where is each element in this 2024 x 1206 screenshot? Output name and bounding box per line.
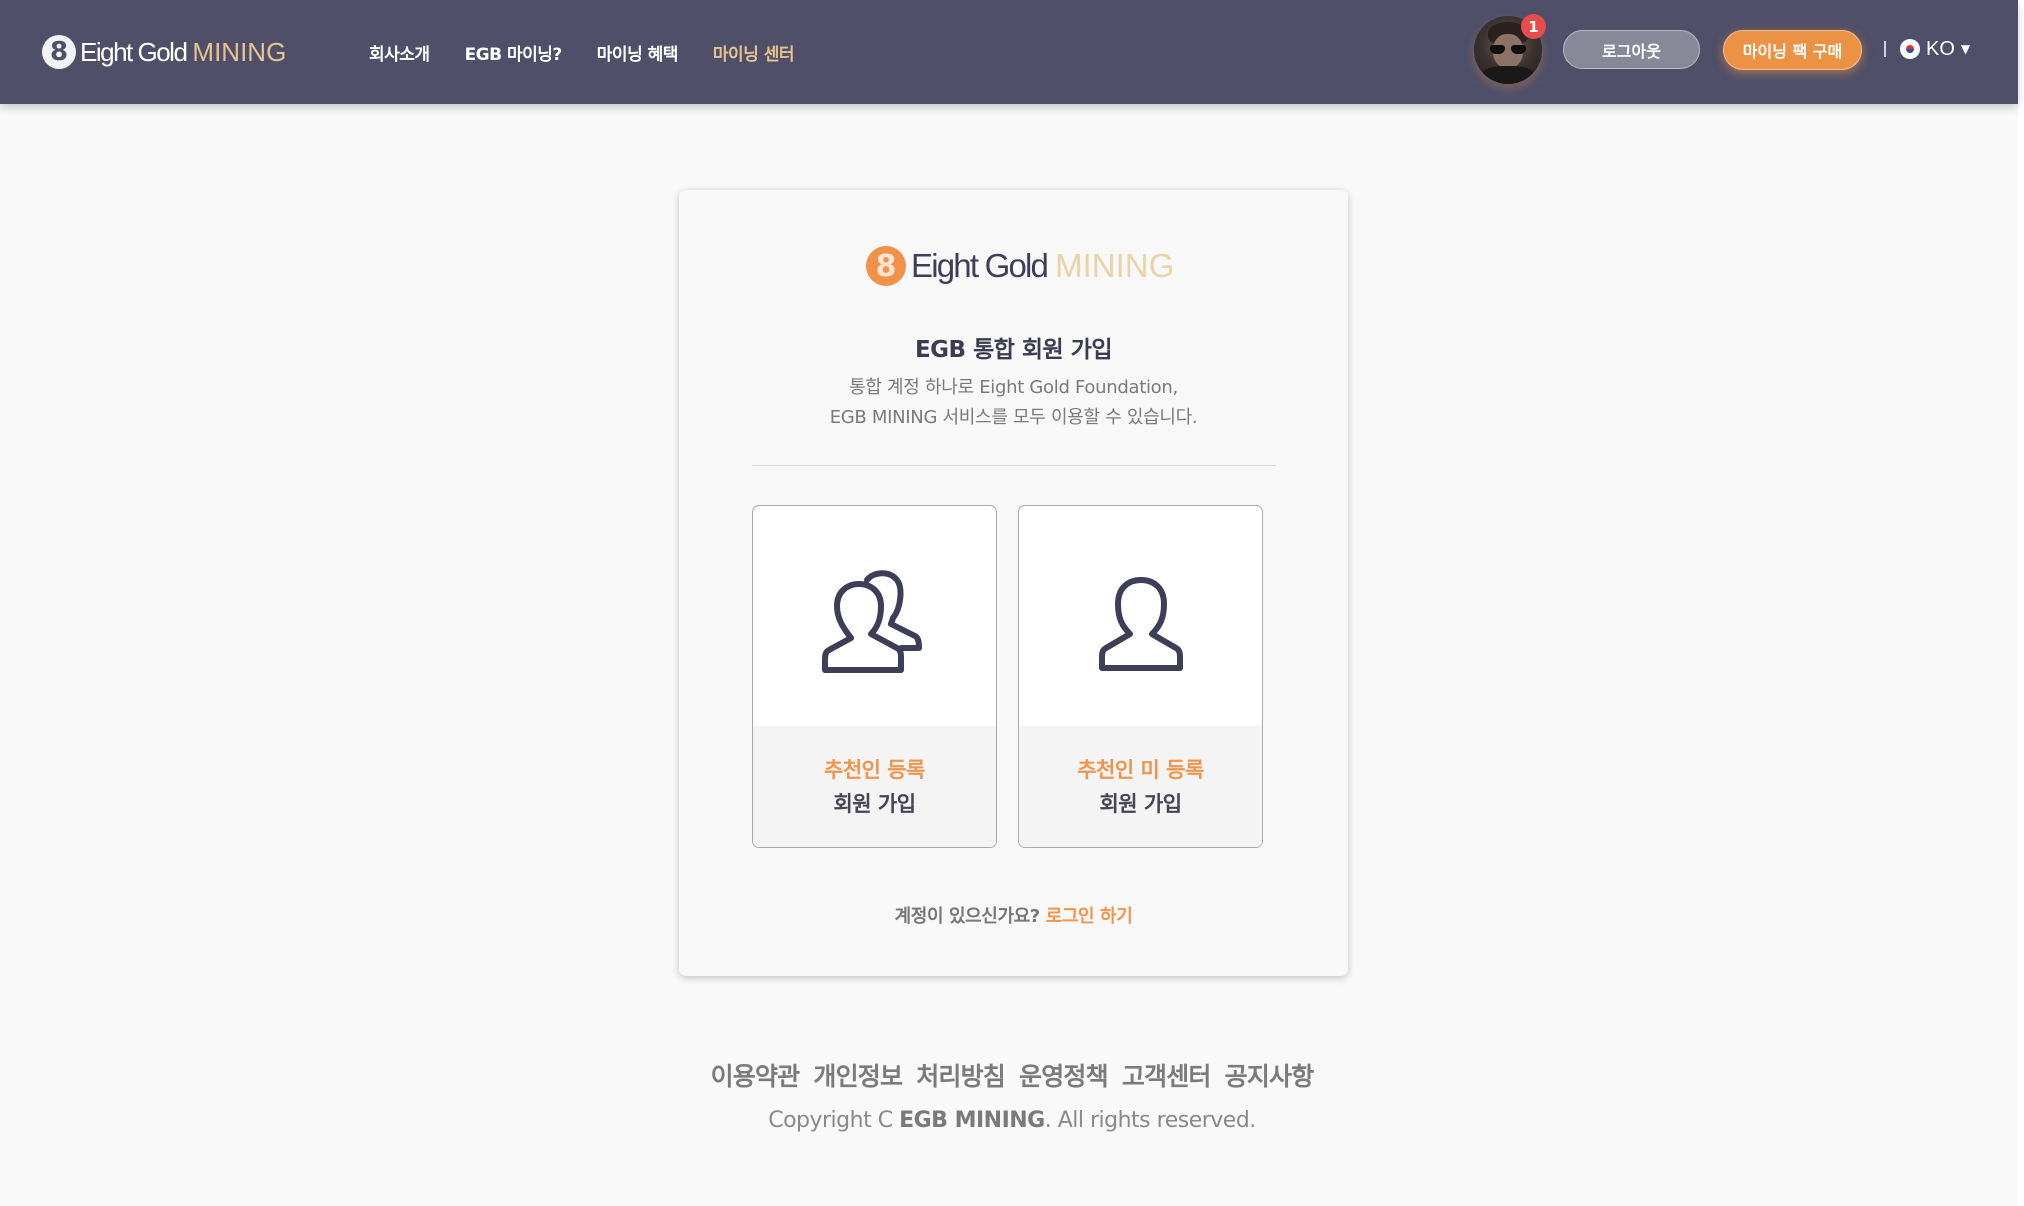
option-subtitle: 회원 가입 — [1099, 792, 1182, 816]
eight-logo-icon: 8 — [866, 246, 906, 286]
page-title: EGB 통합 회원 가입 — [914, 337, 1113, 363]
footer-link-terms[interactable]: 이용약관 — [711, 1057, 801, 1093]
korea-flag-icon — [1900, 39, 1920, 59]
copyright: Copyright C EGB MINING. All rights reser… — [768, 1108, 1256, 1133]
subtitle-line-1: 통합 계정 하나로 Eight Gold Foundation, — [849, 377, 1178, 398]
signup-card: 8 Eight Gold MINING EGB 통합 회원 가입 통합 계정 하나… — [679, 190, 1348, 976]
footer-link-support[interactable]: 고객센터 — [1122, 1057, 1212, 1093]
users-icon — [821, 570, 922, 673]
footer-link-operation-policy[interactable]: 운영정책 — [1019, 1057, 1109, 1093]
footer-links: 이용약관 개인정보 처리방침 운영정책 고객센터 공지사항 — [0, 1057, 2024, 1093]
header-divider — [1884, 41, 1886, 57]
top-navbar: 8 Eight Gold MINING 회사소개 EGB 마이닝? 마이닝 혜택 … — [0, 0, 2018, 104]
card-logo-brand-accent: MINING — [1055, 247, 1175, 284]
option-title: 추천인 미 등록 — [1077, 758, 1204, 782]
site-logo[interactable]: 8 Eight Gold MINING — [42, 33, 286, 71]
option-subtitle: 회원 가입 — [833, 792, 916, 816]
footer-link-privacy-policy[interactable]: 처리방침 — [916, 1057, 1006, 1093]
user-avatar-button[interactable]: 1 — [1474, 14, 1546, 84]
page-edge — [2018, 0, 2024, 1206]
logo-brand: Eight Gold — [80, 36, 188, 67]
footer-link-privacy[interactable]: 개인정보 — [813, 1057, 903, 1093]
language-selector[interactable]: KO ▼ — [1900, 34, 1970, 64]
card-logo-brand: Eight Gold — [911, 247, 1049, 284]
subtitle-line-2: EGB MINING 서비스를 모두 이용할 수 있습니다. — [829, 407, 1198, 428]
copyright-brand: EGB MINING — [899, 1108, 1045, 1133]
logo-brand-accent: MINING — [192, 36, 287, 67]
signup-without-referrer-option[interactable]: 추천인 미 등록 회원 가입 — [1018, 505, 1263, 848]
logout-button[interactable]: 로그아웃 — [1563, 30, 1700, 69]
option-title: 추천인 등록 — [824, 758, 925, 782]
buy-mining-pack-button[interactable]: 마이닝 팩 구매 — [1723, 30, 1862, 70]
language-label: KO — [1926, 37, 1955, 60]
login-prompt-text: 계정이 있으신가요? — [894, 906, 1041, 927]
nav-item-company[interactable]: 회사소개 — [369, 40, 430, 65]
notification-badge: 1 — [1521, 14, 1546, 39]
eight-logo-icon: 8 — [42, 35, 76, 69]
login-link[interactable]: 로그인 하기 — [1046, 906, 1133, 927]
page-subtitle: 통합 계정 하나로 Eight Gold Foundation, EGB MIN… — [679, 373, 1348, 433]
card-logo-wordmark: Eight Gold MINING — [911, 247, 1174, 285]
main-nav: 회사소개 EGB 마이닝? 마이닝 혜택 마이닝 센터 — [369, 38, 829, 66]
card-logo: 8 Eight Gold MINING — [866, 245, 1174, 287]
user-icon — [1098, 577, 1183, 671]
signup-with-referrer-option[interactable]: 추천인 등록 회원 가입 — [752, 505, 997, 848]
nav-item-mining-center[interactable]: 마이닝 센터 — [713, 40, 795, 65]
login-prompt: 계정이 있으신가요? 로그인 하기 — [679, 902, 1348, 928]
nav-item-egb-mining[interactable]: EGB 마이닝? — [465, 40, 563, 65]
nav-item-mining-benefits[interactable]: 마이닝 혜택 — [597, 40, 679, 65]
footer-link-notices[interactable]: 공지사항 — [1225, 1057, 1315, 1093]
section-divider — [752, 465, 1276, 466]
caret-down-icon: ▼ — [1960, 42, 1971, 56]
logo-wordmark: Eight Gold MINING — [80, 37, 286, 68]
